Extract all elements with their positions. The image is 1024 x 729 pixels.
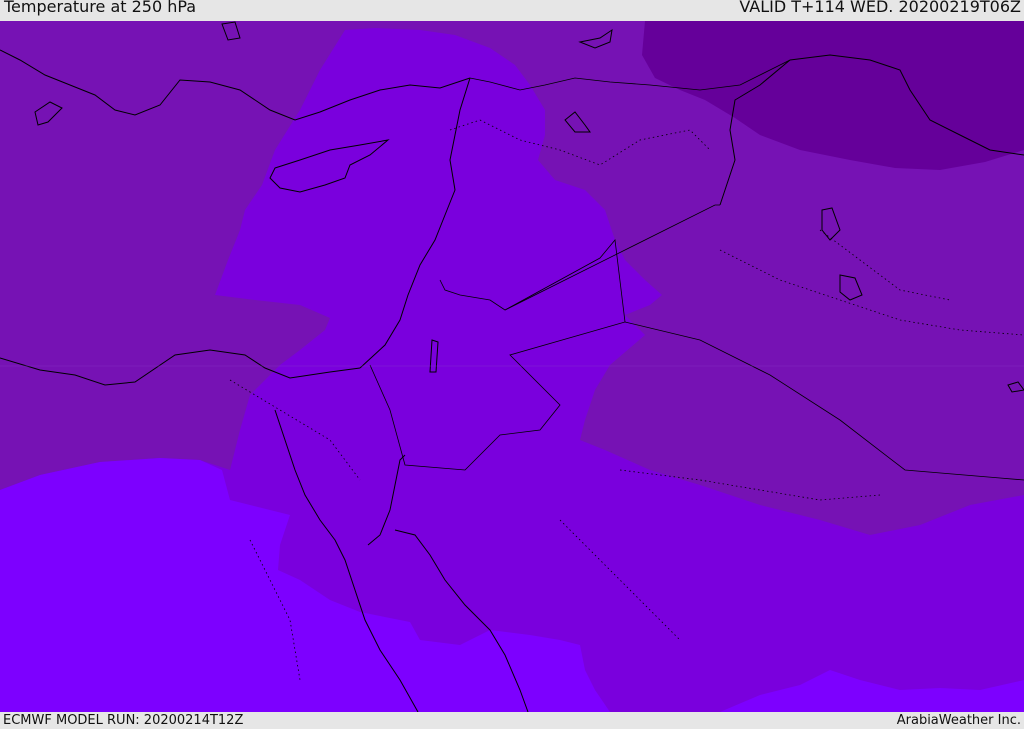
footer-bar: ECMWF MODEL RUN: 20200214T12Z ArabiaWeat…: [0, 712, 1024, 729]
credit: ArabiaWeather Inc.: [896, 713, 1021, 728]
forecast-map-frame: Temperature at 250 hPa VALID T+114 WED. …: [0, 0, 1024, 729]
valid-time: VALID T+114 WED. 20200219T06Z: [739, 0, 1021, 16]
map-area: [0, 21, 1024, 712]
model-run: ECMWF MODEL RUN: 20200214T12Z: [3, 713, 244, 728]
map-title: Temperature at 250 hPa: [4, 0, 197, 16]
header-bar: Temperature at 250 hPa VALID T+114 WED. …: [0, 0, 1024, 21]
temperature-map: [0, 21, 1024, 712]
